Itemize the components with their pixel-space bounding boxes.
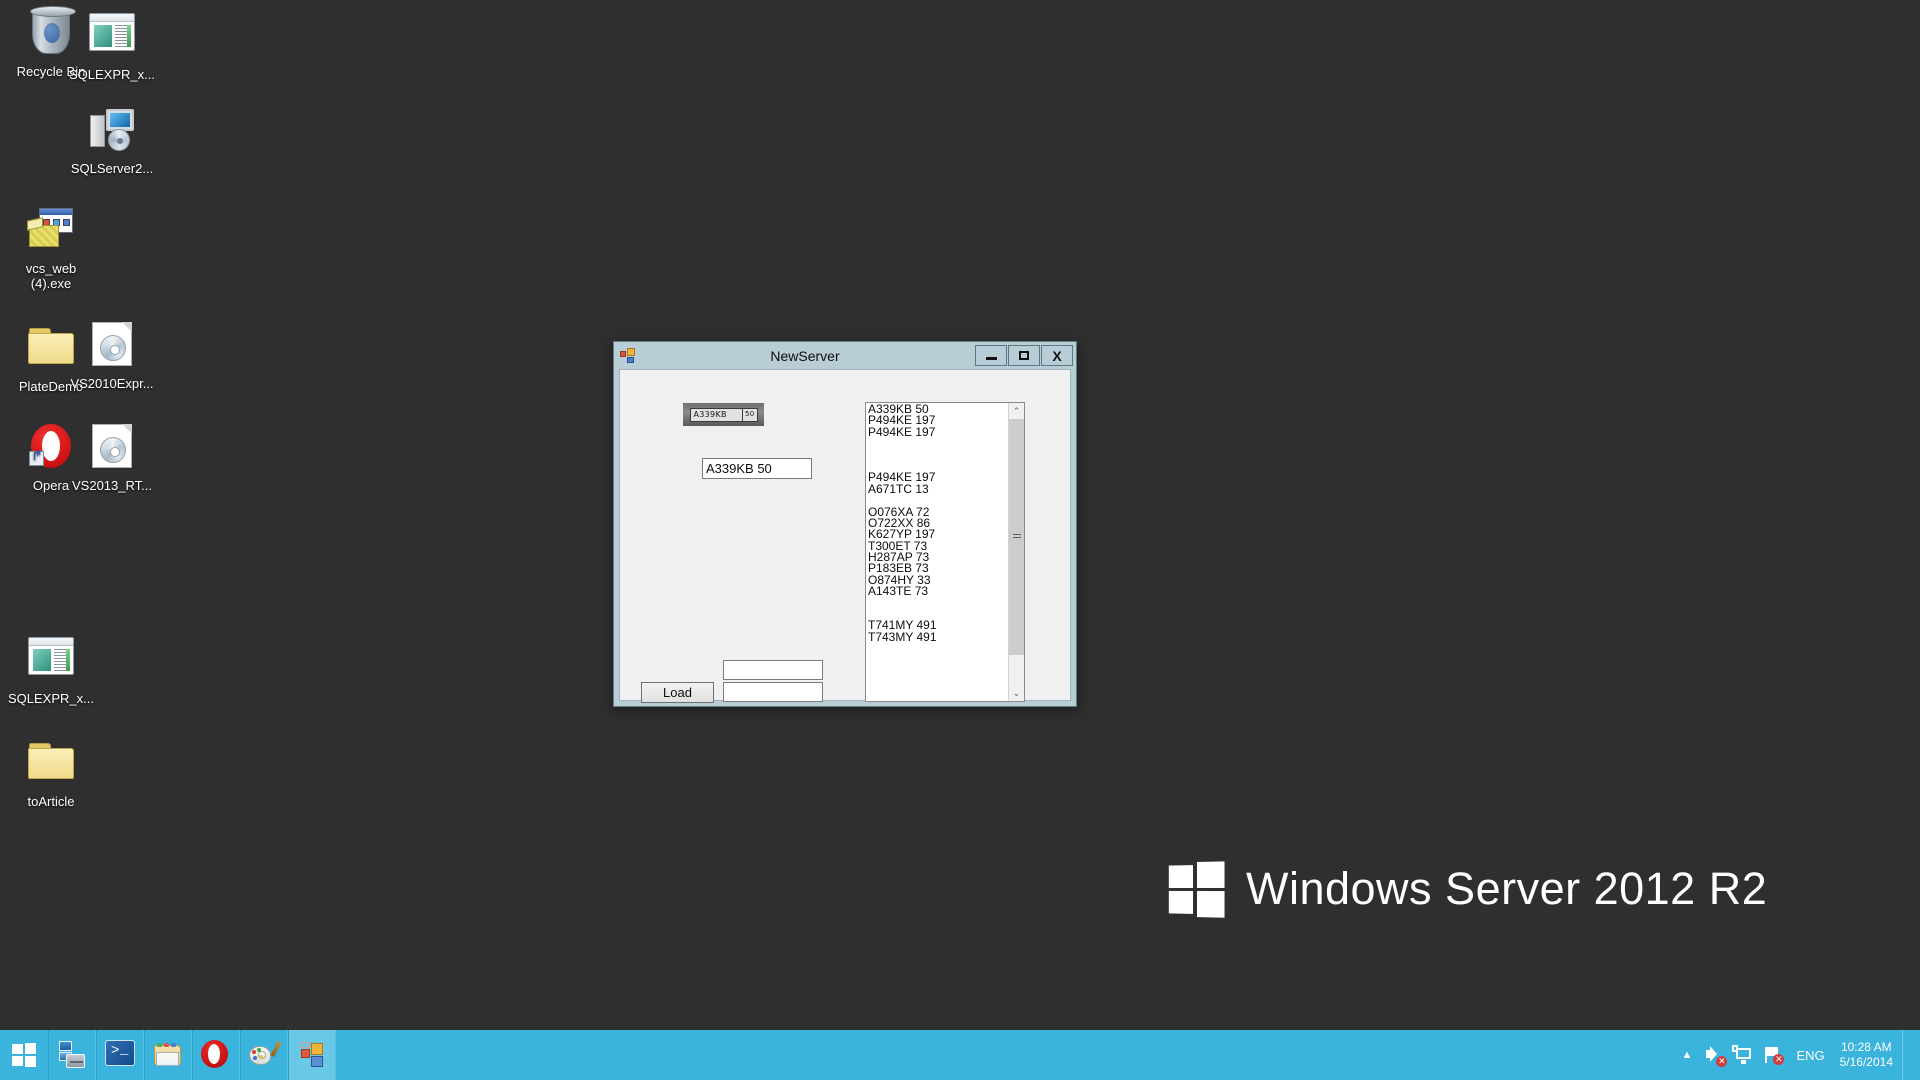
language-indicator[interactable]: ENG: [1792, 1048, 1828, 1063]
listbox-item[interactable]: A671TC 13: [868, 484, 1008, 495]
listbox-item[interactable]: [868, 598, 1008, 609]
desktop-icon-sqlexpr-bottom[interactable]: SQLEXPR_x...: [7, 632, 95, 706]
desktop-icon-vs2010expr[interactable]: VS2010Expr...: [68, 320, 156, 391]
listbox-item[interactable]: P494KE 197: [868, 427, 1008, 438]
taskbar-powershell[interactable]: [96, 1030, 144, 1080]
powershell-icon: [105, 1040, 135, 1070]
minimize-button[interactable]: [975, 345, 1007, 366]
server-manager-icon: [57, 1040, 87, 1070]
plate-text-input[interactable]: [702, 458, 812, 479]
folder-icon: [27, 740, 75, 788]
speaker-muted-icon[interactable]: ✕: [1705, 1045, 1725, 1065]
license-plate-thumbnail: A339KB 50: [683, 403, 764, 426]
system-tray[interactable]: ▲ ✕ ✕ ENG 10:28 AM 5/16/2014: [1678, 1030, 1920, 1080]
windows-edition-watermark: Windows Server 2012 R2: [1168, 862, 1767, 916]
desktop-surface[interactable]: Recycle Bin SQLEXPR_x... SQLServer2... v…: [0, 0, 1920, 1030]
desktop-icon-toarticle[interactable]: toArticle: [7, 735, 95, 809]
listbox-items-container[interactable]: A339KB 50P494KE 197P494KE 197 P494KE 197…: [866, 403, 1008, 701]
load-button[interactable]: Load: [641, 682, 714, 703]
taskbar-paint[interactable]: [240, 1030, 288, 1080]
maximize-button[interactable]: [1008, 345, 1040, 366]
setup-box-icon: [27, 207, 75, 255]
paint-icon: [249, 1040, 279, 1070]
windows-logo-icon: [1169, 861, 1225, 916]
listbox-scrollbar[interactable]: ⌃ ⌄: [1008, 403, 1024, 701]
desktop-icon-sqlserver2[interactable]: SQLServer2...: [68, 105, 156, 176]
maximize-icon: [1019, 351, 1029, 360]
window-buttons: X: [974, 345, 1073, 366]
desktop-icon-label: VS2013_RT...: [68, 478, 156, 493]
desktop-icon-label: VS2010Expr...: [68, 376, 156, 391]
window-client-area: A339KB 50 Load A339KB 50P494KE 197P494KE…: [619, 369, 1071, 701]
scroll-up-arrow-icon[interactable]: ⌃: [1009, 403, 1024, 419]
window-titlebar[interactable]: NewServer X: [614, 342, 1076, 369]
watermark-text: Windows Server 2012 R2: [1246, 863, 1767, 915]
listbox-item[interactable]: [868, 450, 1008, 461]
taskbar-newserver-app[interactable]: [288, 1030, 336, 1080]
plate-region-text: 50: [742, 408, 757, 421]
desktop-icon-label: vcs_web (4).exe: [7, 261, 95, 291]
secondary-field-bottom[interactable]: [723, 682, 823, 702]
desktop-icon-label: SQLServer2...: [68, 161, 156, 176]
show-hidden-icons-chevron-icon[interactable]: ▲: [1678, 1049, 1697, 1061]
scrollbar-grip-icon: [1013, 534, 1021, 540]
secondary-field-top[interactable]: [723, 660, 823, 680]
listbox-item[interactable]: [868, 438, 1008, 449]
opera-icon: [201, 1040, 231, 1070]
scrollbar-thumb[interactable]: [1009, 419, 1024, 655]
desktop-icon-sqlexpr-top[interactable]: SQLEXPR_x...: [68, 8, 156, 82]
installer-window-icon: [88, 13, 136, 61]
taskbar-opera[interactable]: [192, 1030, 240, 1080]
plate-results-listbox[interactable]: A339KB 50P494KE 197P494KE 197 P494KE 197…: [865, 402, 1025, 702]
taskbar-file-explorer[interactable]: [144, 1030, 192, 1080]
newserver-window[interactable]: NewServer X A339KB 50 Load A339KB 50P494…: [613, 341, 1077, 707]
start-button[interactable]: [0, 1030, 48, 1080]
listbox-item[interactable]: T743MY 491: [868, 632, 1008, 643]
show-desktop-button[interactable]: [1902, 1030, 1910, 1080]
listbox-item[interactable]: A143TE 73: [868, 586, 1008, 597]
scroll-down-arrow-icon[interactable]: ⌄: [1009, 685, 1024, 701]
taskbar-server-manager[interactable]: [48, 1030, 96, 1080]
desktop-icon-vcs-web-exe[interactable]: vcs_web (4).exe: [7, 205, 95, 291]
desktop-icon-vs2013-rt[interactable]: VS2013_RT...: [68, 422, 156, 493]
close-button[interactable]: X: [1041, 345, 1073, 366]
file-explorer-icon: [153, 1040, 183, 1070]
plate-main-text: A339KB: [694, 410, 742, 419]
server-setup-icon: [88, 107, 136, 155]
desktop-icon-label: toArticle: [7, 794, 95, 809]
installer-window-icon: [27, 637, 75, 685]
minimize-icon: [986, 357, 997, 360]
disc-document-icon: [88, 424, 136, 472]
network-icon[interactable]: [1734, 1045, 1754, 1065]
scrollbar-track[interactable]: [1009, 419, 1024, 685]
disc-document-icon: [88, 322, 136, 370]
window-title: NewServer: [644, 348, 966, 364]
clock[interactable]: 10:28 AM 5/16/2014: [1838, 1040, 1893, 1070]
app-blocks-icon: [620, 348, 636, 363]
taskbar[interactable]: ▲ ✕ ✕ ENG 10:28 AM 5/16/2014: [0, 1030, 1920, 1080]
newserver-app-icon: [297, 1040, 327, 1070]
action-center-flag-icon[interactable]: ✕: [1763, 1045, 1783, 1065]
desktop-icon-label: SQLEXPR_x...: [68, 67, 156, 82]
clock-time: 10:28 AM: [1840, 1040, 1893, 1055]
windows-start-icon: [12, 1043, 36, 1067]
desktop-icon-label: SQLEXPR_x...: [7, 691, 95, 706]
clock-date: 5/16/2014: [1840, 1055, 1893, 1070]
